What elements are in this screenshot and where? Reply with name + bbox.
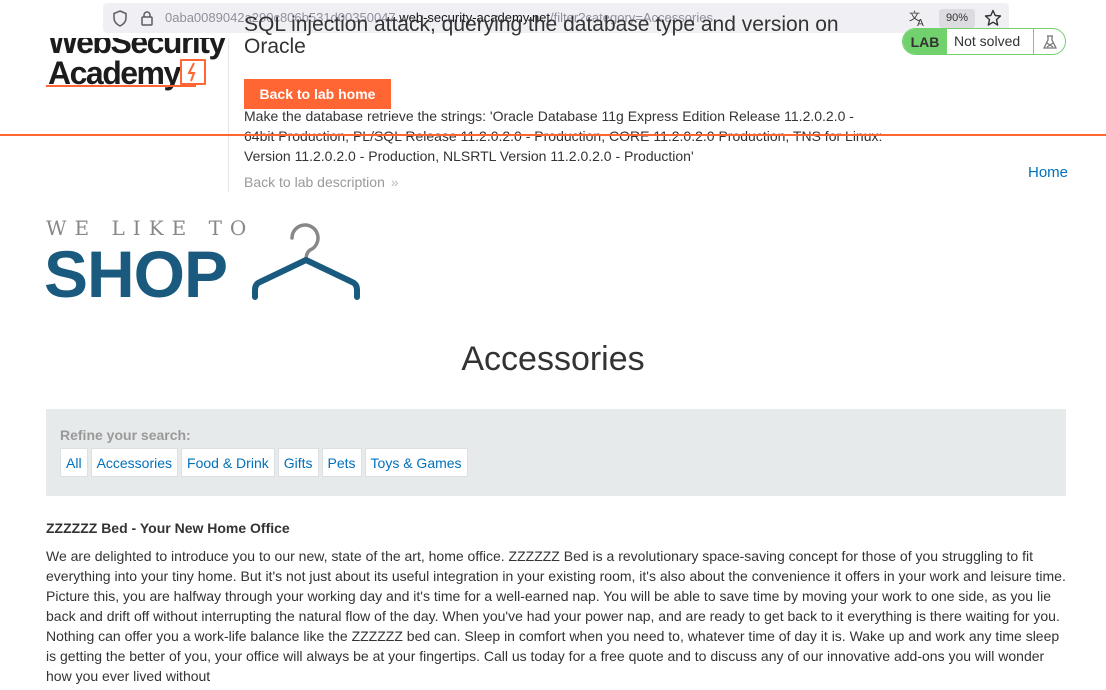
header-divider — [228, 38, 229, 192]
svg-text:A: A — [917, 18, 924, 27]
lab-title: SQL injection attack, querying the datab… — [244, 13, 839, 58]
filter-food-drink[interactable]: Food & Drink — [181, 448, 275, 477]
flask-icon-box — [1033, 29, 1065, 54]
back-to-lab-description-link[interactable]: Back to lab description » — [244, 174, 399, 190]
filter-accessories[interactable]: Accessories — [90, 448, 179, 477]
lab-description: Make the database retrieve the strings: … — [244, 108, 883, 164]
filter-gifts[interactable]: Gifts — [277, 448, 319, 477]
filter-all[interactable]: All — [60, 448, 88, 477]
refine-label: Refine your search: — [60, 427, 191, 443]
product-title: ZZZZZZ Bed - Your New Home Office — [46, 520, 290, 536]
product-description: We are delighted to introduce you to our… — [46, 548, 1066, 684]
lab-status-widget: LAB Not solved — [902, 28, 1066, 55]
lab-badge: LAB — [903, 29, 947, 54]
back-to-lab-description-label: Back to lab description — [244, 174, 385, 190]
lightning-icon — [180, 59, 206, 85]
page-title: Accessories — [461, 340, 645, 378]
flask-icon — [1042, 35, 1058, 49]
logo-underline — [46, 85, 196, 87]
hanger-icon — [252, 220, 362, 305]
lab-status-text: Not solved — [954, 33, 1021, 49]
double-chevron-icon: » — [390, 174, 399, 190]
filter-toys-games[interactable]: Toys & Games — [364, 448, 468, 477]
back-to-lab-home-button[interactable]: Back to lab home — [244, 79, 391, 109]
shop-logo-word: SHOP — [44, 237, 228, 311]
filter-chips: All Accessories Food & Drink Gifts Pets … — [60, 448, 468, 477]
filter-panel: Refine your search: All Accessories Food… — [46, 409, 1066, 496]
home-link[interactable]: Home — [1028, 164, 1068, 181]
shield-icon[interactable] — [112, 10, 128, 32]
academy-logo[interactable]: WebSecurity Academy — [46, 38, 226, 94]
zoom-level[interactable]: 90% — [939, 9, 975, 28]
filter-pets[interactable]: Pets — [321, 448, 362, 477]
header-accent-rule — [0, 134, 1106, 136]
lock-icon[interactable] — [140, 10, 154, 31]
